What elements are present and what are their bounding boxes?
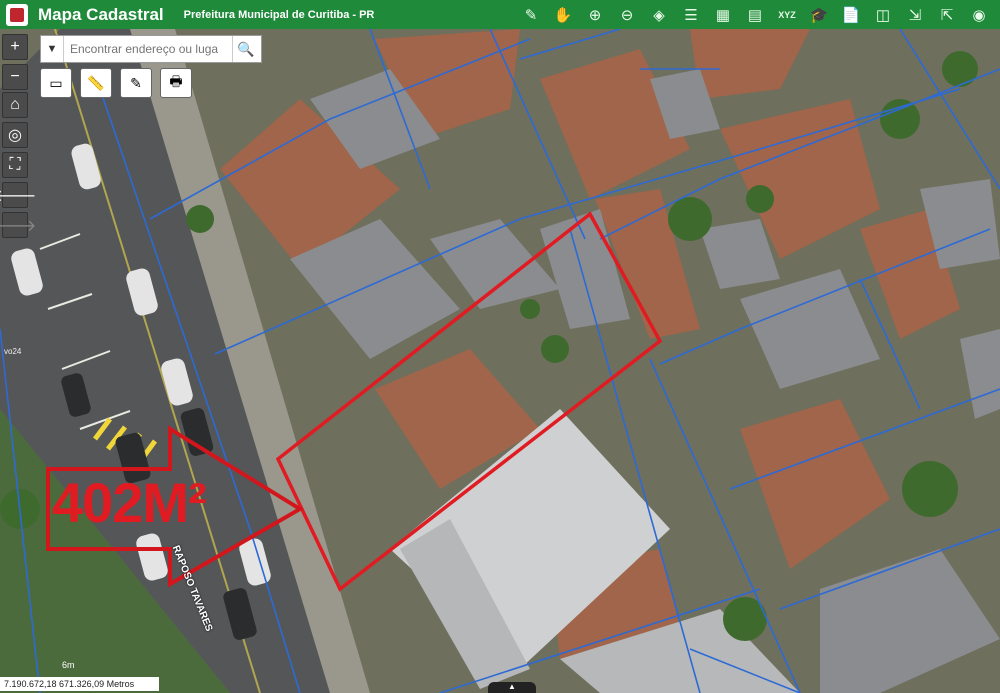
zoom-out-icon[interactable]: ⊖ bbox=[612, 3, 642, 27]
pin-icon[interactable]: ✎ bbox=[516, 3, 546, 27]
layers-icon[interactable]: ◈ bbox=[644, 3, 674, 27]
city-logo bbox=[6, 3, 28, 26]
lot-number: vo24 bbox=[4, 347, 22, 356]
zoom-in-button[interactable]: + bbox=[2, 34, 28, 60]
expand-panel-button[interactable]: ▲ bbox=[488, 682, 536, 693]
split-icon[interactable]: ◫ bbox=[868, 3, 898, 27]
locate-icon[interactable]: ◎ bbox=[2, 122, 28, 148]
map-view[interactable]: 402M² RAPOSO TAVARES vo24 + − ⌂ ◎ ⛶ 🡐 🡒 … bbox=[0, 29, 1000, 693]
zoom-in-icon[interactable]: ⊕ bbox=[580, 3, 610, 27]
document-icon[interactable]: 📄 bbox=[836, 3, 866, 27]
chevron-down-icon[interactable]: ▼ bbox=[41, 36, 64, 62]
print-button[interactable]: 🖶 bbox=[160, 68, 192, 98]
app-subtitle: Prefeitura Municipal de Curitiba - PR bbox=[183, 8, 375, 21]
list-icon[interactable]: ☰ bbox=[676, 3, 706, 27]
draw-button[interactable]: ✎ bbox=[120, 68, 152, 98]
measure-button[interactable]: 📏 bbox=[80, 68, 112, 98]
app-header: Mapa Cadastral Prefeitura Municipal de C… bbox=[0, 0, 1000, 29]
graduation-icon[interactable]: 🎓 bbox=[804, 3, 834, 27]
search-icon[interactable]: 🔍 bbox=[232, 36, 259, 62]
table-icon[interactable]: ▤ bbox=[740, 3, 770, 27]
zoom-out-button[interactable]: − bbox=[2, 64, 28, 90]
logout-icon[interactable]: ⇱ bbox=[932, 3, 962, 27]
zoom-controls: + − bbox=[2, 34, 28, 90]
fullscreen-icon[interactable]: ⛶ bbox=[2, 152, 28, 178]
layer-list-button[interactable]: ▭ bbox=[40, 68, 72, 98]
forward-icon[interactable]: 🡒 bbox=[0, 212, 36, 238]
gps-icon[interactable]: ◉ bbox=[964, 3, 994, 27]
back-icon[interactable]: 🡐 bbox=[0, 182, 36, 208]
xyz-icon[interactable]: XYZ bbox=[772, 3, 802, 27]
hand-icon[interactable]: ✋ bbox=[548, 3, 578, 27]
aerial-map bbox=[0, 29, 1000, 693]
scale-bar: 6m bbox=[62, 660, 75, 670]
area-label: 402M² bbox=[52, 471, 207, 534]
app-title: Mapa Cadastral bbox=[38, 4, 164, 24]
home-icon[interactable]: ⌂ bbox=[2, 92, 28, 118]
login-icon[interactable]: ⇲ bbox=[900, 3, 930, 27]
toolbar: ✎ ✋ ⊕ ⊖ ◈ ☰ ▦ ▤ XYZ 🎓 📄 ◫ ⇲ ⇱ ◉ bbox=[516, 3, 994, 27]
coordinate-readout: 7.190.672,18 671.326,09 Metros bbox=[0, 677, 159, 691]
grid-icon[interactable]: ▦ bbox=[708, 3, 738, 27]
search-input[interactable] bbox=[64, 41, 232, 57]
search-box: ▼ 🔍 bbox=[40, 35, 262, 63]
nav-controls: ⌂ ◎ ⛶ 🡐 🡒 bbox=[0, 92, 36, 238]
